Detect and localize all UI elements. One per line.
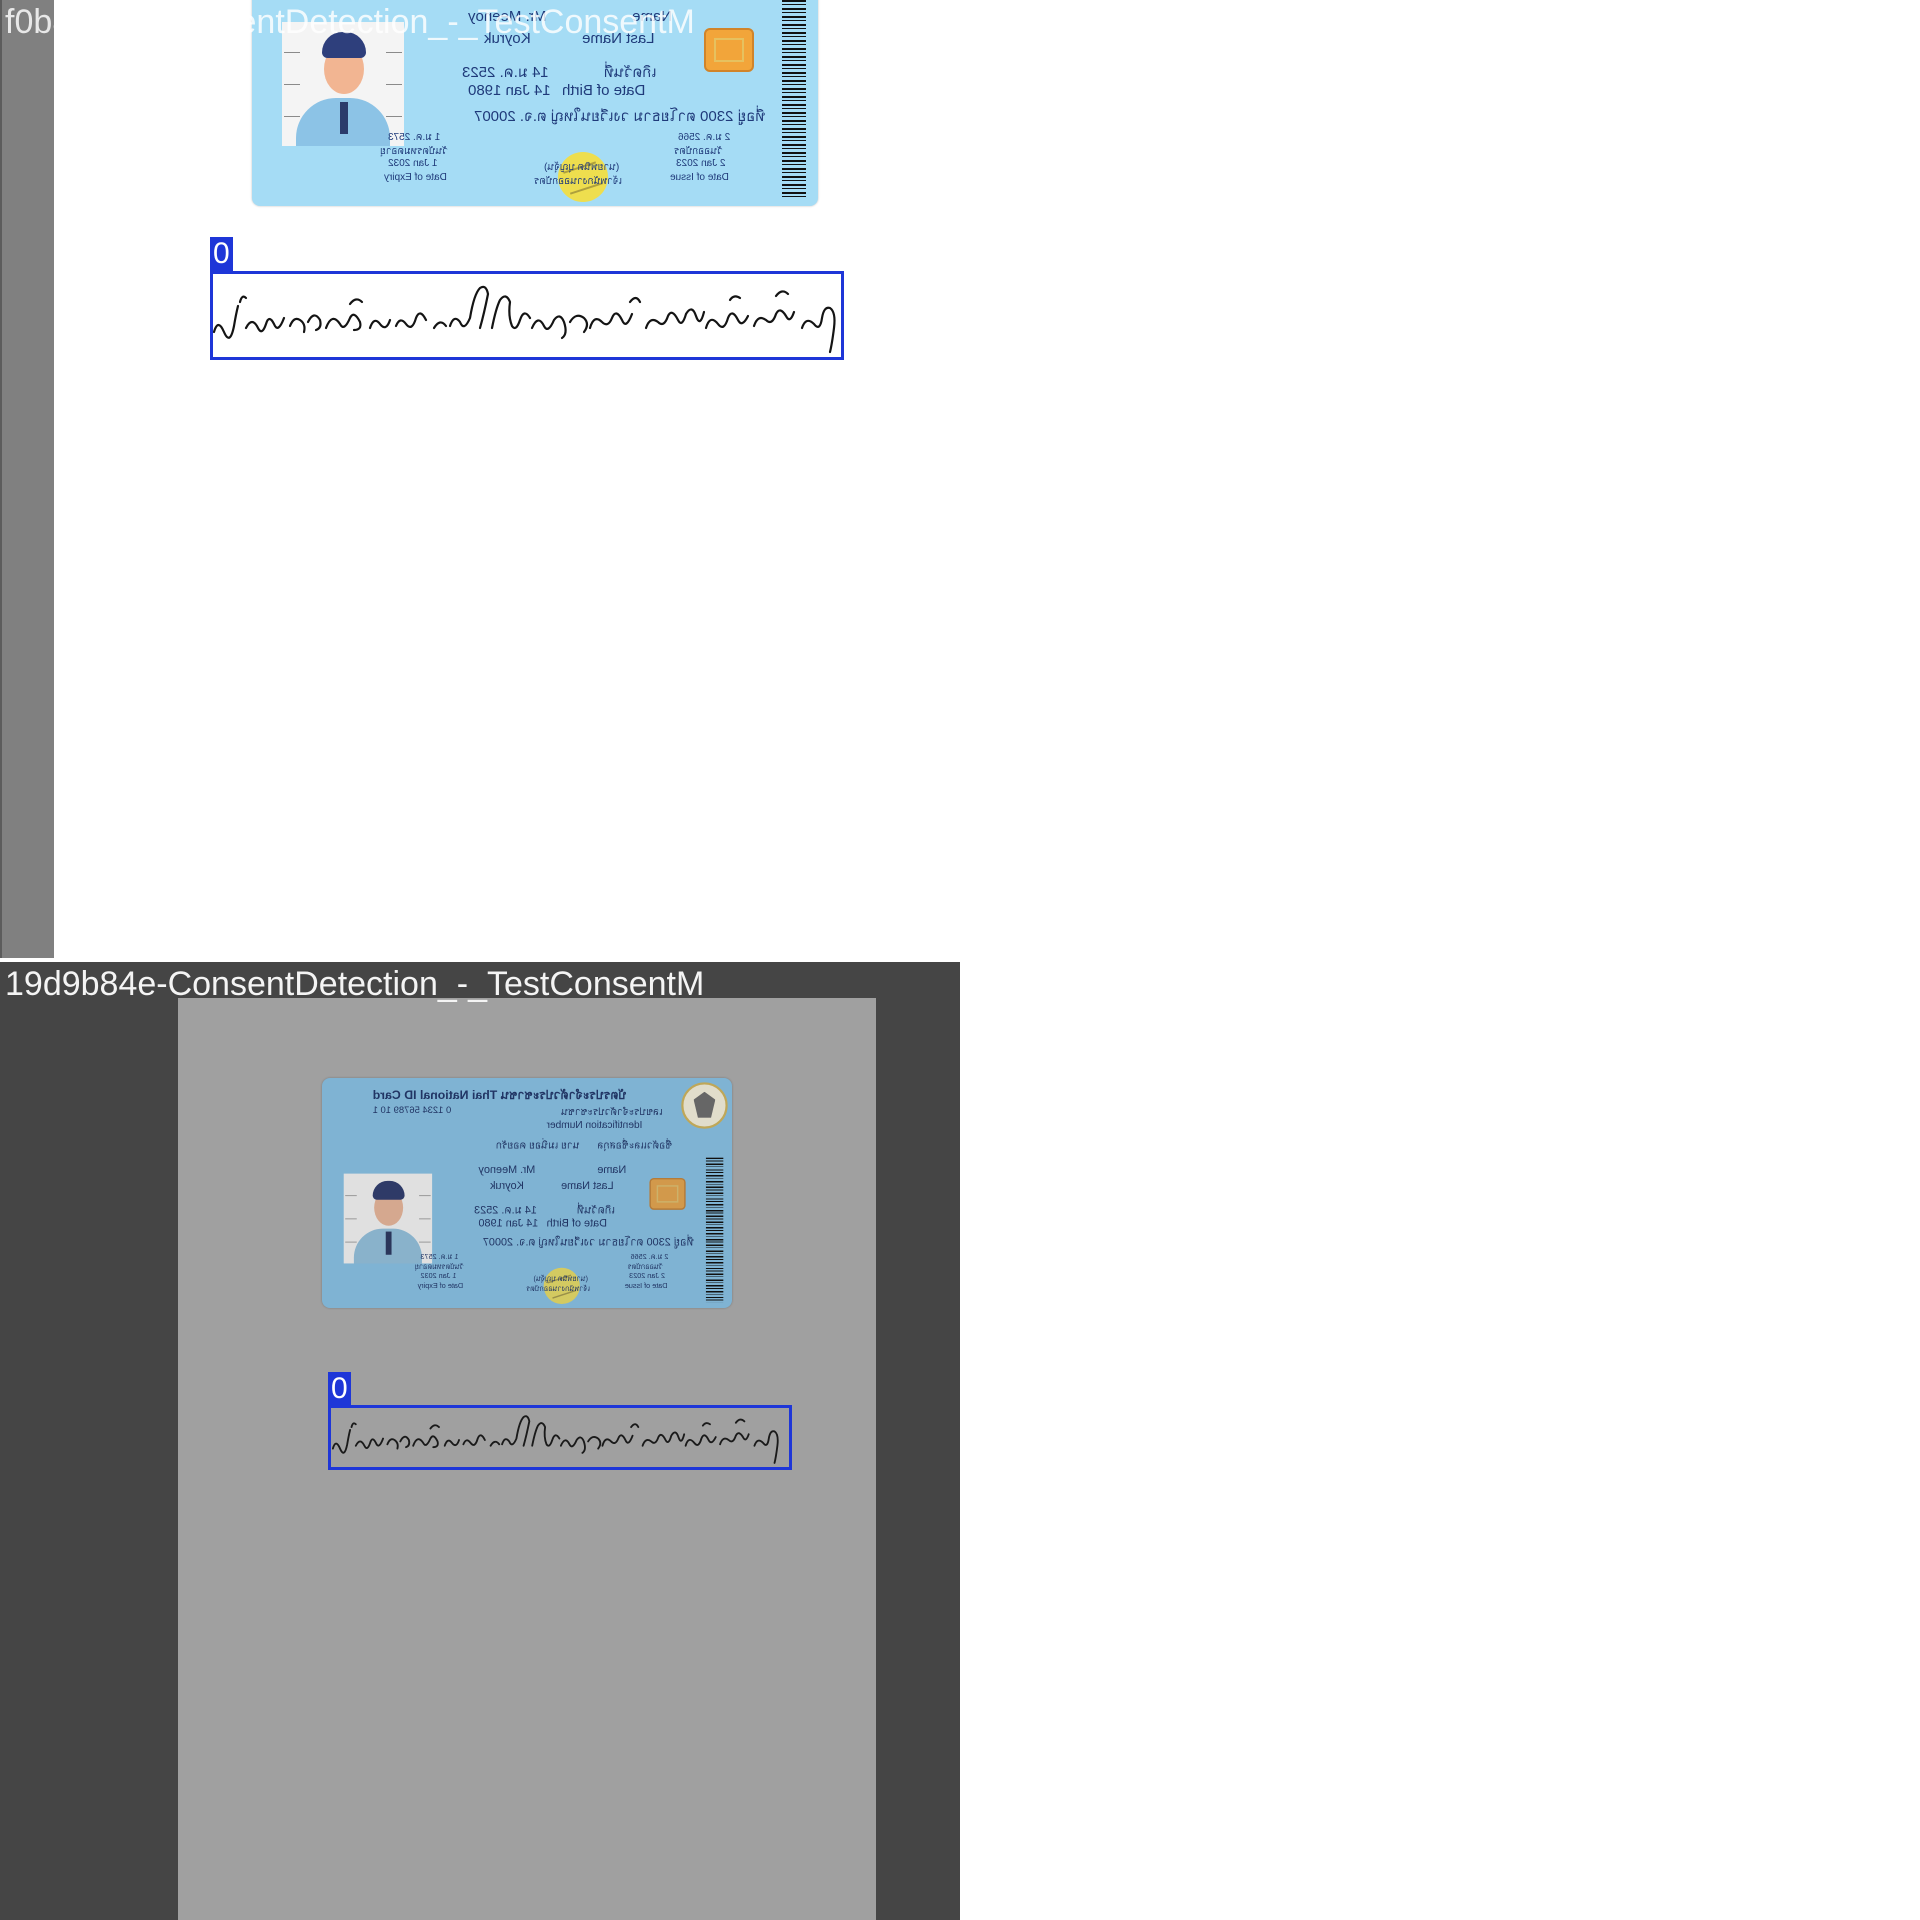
card-name-label: Name bbox=[597, 1163, 627, 1176]
card-issue-value: 2 Jan 2023 bbox=[676, 158, 726, 169]
card-issue-value: 2 Jan 2023 bbox=[629, 1272, 666, 1281]
card-name-th-label: ชื่อตัวและชื่อสกุล bbox=[597, 1138, 673, 1151]
detection-label: 0 bbox=[210, 237, 233, 271]
panel-title: 19d9b84e-ConsentDetection_-_TestConsentM bbox=[5, 965, 705, 1003]
thai-garuda-emblem-icon bbox=[681, 1082, 728, 1129]
card-issue-label: Date of Issue bbox=[624, 1282, 668, 1291]
card-officer-name: (นายพนิต บุญจุ้น) bbox=[544, 162, 620, 173]
card-last-name-label: Last Name bbox=[561, 1179, 614, 1192]
result-panel-bottom: บัตรประจำตัวประชาชน Thai National ID Car… bbox=[0, 962, 960, 1920]
card-name-value: Mr. Meenoy bbox=[478, 1163, 536, 1176]
card-dob-label: Date of Birth bbox=[546, 1217, 607, 1230]
chip-icon bbox=[649, 1177, 686, 1210]
card-name-th: นาย เมนิ่อย คอยรัก bbox=[495, 1138, 580, 1151]
card-issue-th: 2 ม.ค. 2566 bbox=[678, 132, 731, 143]
card-expiry-th: 1 ม.ค. 2573 bbox=[388, 132, 441, 143]
card-id-number: 0 1234 56789 10 1 bbox=[372, 1104, 452, 1115]
chip-icon bbox=[704, 28, 754, 72]
card-header: บัตรประจำตัวประชาชน Thai National ID Car… bbox=[372, 1088, 627, 1102]
card-dob-th: 14 ม.ค. 2523 bbox=[474, 1204, 537, 1217]
card-last-name-value: Koyruk bbox=[490, 1179, 524, 1192]
detection-box bbox=[210, 271, 844, 360]
card-dob-label: Date of Birth bbox=[562, 82, 646, 99]
barcode-icon bbox=[782, 0, 806, 200]
detection-box bbox=[328, 1405, 792, 1470]
card-id-label-en: Identification Number bbox=[546, 1118, 643, 1131]
card-issue-label: Date of Issue bbox=[670, 172, 729, 183]
card-dob-th: 14 ม.ค. 2523 bbox=[462, 64, 549, 81]
card-expiry-label: Date of Expiry bbox=[384, 172, 447, 183]
card-dob-th-label: เกิดวันที่ bbox=[576, 1204, 616, 1217]
detection-label: 0 bbox=[328, 1372, 351, 1406]
card-dob-th-label: เกิดวันที่ bbox=[604, 64, 657, 81]
id-card-image: บัตรประจำตัวประชาชน Thai National ID Car… bbox=[322, 1078, 732, 1308]
card-dob-value: 14 Jan 1980 bbox=[478, 1217, 539, 1230]
result-panel-top: บัตรประจำตัวประชาชน Thai National ID Car… bbox=[0, 0, 960, 960]
panel-title: f0b8ead8-ConsentDetection_-_TestConsentM bbox=[5, 3, 695, 41]
card-expiry-value: 1 Jan 2032 bbox=[388, 158, 438, 169]
card-address: ที่อยู่ 2300 ตาโยธาม วงเวียนใหญ่ ต.จ. 20… bbox=[474, 108, 766, 125]
card-officer-title: เจ้าพนักงานออกบัตร bbox=[526, 1285, 591, 1294]
card-expiry-value: 1 Jan 2032 bbox=[420, 1272, 457, 1281]
card-expiry-label: Date of Expiry bbox=[417, 1282, 464, 1291]
card-expiry-th-label: วันบัตรหมดอายุ bbox=[380, 146, 448, 157]
card-photo bbox=[343, 1173, 433, 1264]
card-officer-title: เจ้าพนักงานออกบัตร bbox=[534, 176, 622, 187]
panel-left-edge bbox=[0, 0, 54, 958]
card-address: ที่อยู่ 2300 ตาโยธาม วงเวียนใหญ่ ต.จ. 20… bbox=[482, 1235, 694, 1249]
card-issue-th-label: วันออกบัตร bbox=[674, 146, 723, 157]
barcode-icon bbox=[705, 1157, 724, 1303]
card-dob-value: 14 Jan 1980 bbox=[468, 82, 551, 99]
